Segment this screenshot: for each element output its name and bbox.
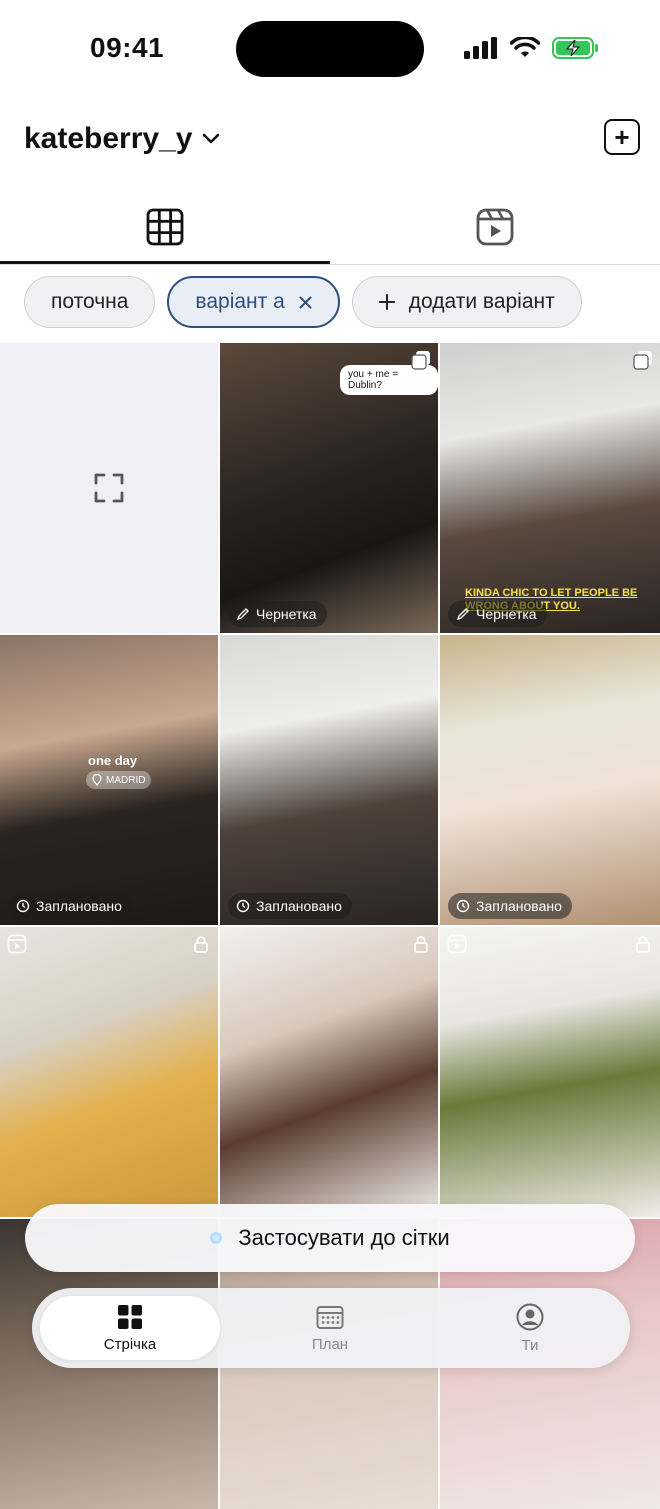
variant-chips: поточна варіант а додати варіант <box>24 276 582 328</box>
status-icons <box>464 36 600 60</box>
status-badge: Чернетка <box>228 601 327 627</box>
chip-variant-a[interactable]: варіант а <box>167 276 340 328</box>
chip-label: поточна <box>51 290 129 313</box>
status-text: Заплановано <box>256 898 342 914</box>
clock-icon <box>16 899 30 913</box>
carousel-icon <box>632 349 654 371</box>
empty-slot[interactable] <box>0 343 218 633</box>
chip-label: варіант а <box>195 290 285 313</box>
status-bar: 09:41 <box>0 0 660 100</box>
pencil-icon <box>236 608 249 621</box>
grid-post[interactable] <box>440 927 660 1217</box>
calendar-icon <box>316 1305 344 1329</box>
location-pin-icon <box>92 774 102 786</box>
grid-post[interactable]: Заплановано <box>220 635 438 925</box>
battery-charging-icon <box>552 37 598 59</box>
status-badge: Заплановано <box>228 893 352 919</box>
feed-grid-icon <box>118 1304 142 1329</box>
chip-current[interactable]: поточна <box>24 276 156 328</box>
add-post-button[interactable]: + <box>604 119 640 155</box>
tab-reels[interactable] <box>330 200 660 262</box>
post-overlay-text: one day <box>88 753 138 768</box>
status-text: Заплановано <box>36 898 122 914</box>
lock-icon <box>190 933 212 955</box>
sparkle-icon <box>210 1232 223 1244</box>
grid-post[interactable]: one day MADRID Заплановано <box>0 635 218 925</box>
location-tag: MADRID <box>86 771 152 789</box>
nav-plan[interactable]: План <box>240 1296 420 1360</box>
username: kateberry_y <box>24 122 193 155</box>
status-badge: Чернетка <box>448 601 547 627</box>
grid-post[interactable]: KINDA CHIC TO LET PEOPLE BE WRONG ABOUT … <box>440 343 660 633</box>
clock-icon <box>456 899 470 913</box>
expand-icon <box>94 473 124 503</box>
lock-icon <box>632 933 654 955</box>
apply-button-label: Застосувати до сітки <box>238 1225 450 1250</box>
bottom-navigation: Стрічка План Ти <box>32 1288 630 1368</box>
nav-label: План <box>311 1335 349 1353</box>
nav-label: Стрічка <box>103 1335 157 1353</box>
clock-icon <box>236 899 250 913</box>
chip-label: додати варіант <box>408 290 555 313</box>
dynamic-island <box>236 21 424 77</box>
close-icon[interactable] <box>299 296 312 309</box>
apply-to-grid-button[interactable]: Застосувати до сітки <box>25 1204 635 1272</box>
chip-add-variant[interactable]: додати варіант <box>351 276 582 328</box>
pencil-icon <box>456 608 469 621</box>
status-text: Заплановано <box>476 898 562 914</box>
nav-you[interactable]: Ти <box>440 1296 620 1360</box>
status-badge: Заплановано <box>8 893 132 919</box>
reel-icon <box>6 933 28 955</box>
status-badge: Заплановано <box>448 893 572 919</box>
status-time: 09:41 <box>90 32 165 63</box>
status-text: Чернетка <box>256 606 317 622</box>
wifi-icon <box>510 37 540 57</box>
profile-header: kateberry_y + <box>0 110 660 170</box>
cellular-signal-icon <box>464 37 497 59</box>
tab-grid[interactable] <box>0 200 330 264</box>
plus-icon <box>378 294 395 310</box>
carousel-icon <box>410 349 432 371</box>
grid-post[interactable] <box>0 927 218 1217</box>
reels-icon <box>476 208 514 246</box>
location-text: MADRID <box>106 774 146 786</box>
grid-post[interactable]: Заплановано <box>440 635 660 925</box>
chevron-down-icon <box>203 133 220 144</box>
account-switcher[interactable]: kateberry_y <box>24 122 220 156</box>
nav-label: Ти <box>521 1336 539 1354</box>
grid-post[interactable] <box>220 927 438 1217</box>
grid-icon <box>146 208 184 246</box>
status-text: Чернетка <box>476 606 537 622</box>
grid-post[interactable]: you + me = Dublin? Чернетка <box>220 343 438 633</box>
profile-icon <box>516 1303 544 1330</box>
content-tabs <box>0 200 660 265</box>
lock-icon <box>410 933 432 955</box>
reel-icon <box>446 933 468 955</box>
nav-feed[interactable]: Стрічка <box>40 1296 220 1360</box>
plus-icon: + <box>614 122 630 152</box>
